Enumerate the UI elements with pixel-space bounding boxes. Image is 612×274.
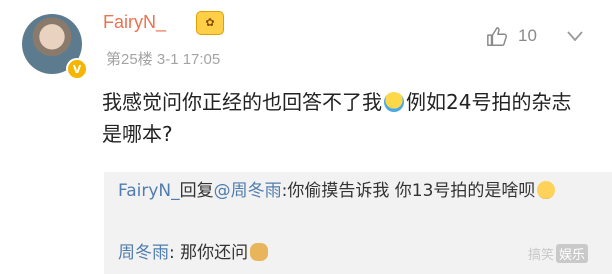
reply-item: FairyN_回复@周冬雨:你偷摸告诉我 你13号拍的是啥呗 bbox=[118, 178, 588, 204]
timestamp: 3-1 17:05 bbox=[156, 51, 221, 68]
floor-number: 第25楼 bbox=[106, 51, 153, 68]
verified-v-icon: V bbox=[66, 58, 88, 80]
reply-author-link[interactable]: 周冬雨 bbox=[118, 243, 169, 263]
comment-meta: 第25楼 3-1 17:05 bbox=[106, 48, 220, 69]
chevron-down-icon[interactable] bbox=[566, 30, 584, 42]
emoji-icon bbox=[384, 92, 404, 112]
reply-item: 周冬雨: 那你还问 bbox=[118, 240, 588, 266]
mention-link[interactable]: @周冬雨 bbox=[214, 181, 282, 201]
comment-text-part1: 我感觉问你正经的也回答不了我 bbox=[102, 90, 382, 114]
like-count: 10 bbox=[518, 26, 537, 45]
emoji-icon bbox=[537, 181, 556, 199]
watermark: 搞笑 娱乐 bbox=[528, 244, 589, 263]
thumbs-up-icon[interactable] bbox=[486, 26, 508, 48]
avatar[interactable]: V bbox=[22, 14, 88, 80]
author-name[interactable]: FairyN_ bbox=[103, 12, 166, 33]
reply-verb: 回复 bbox=[179, 181, 214, 201]
reply-text: : 那你还问 bbox=[169, 243, 249, 263]
dog-emoji-icon bbox=[250, 243, 269, 261]
comment-text: 我感觉问你正经的也回答不了我 例如24号拍的杂志是哪本? bbox=[102, 86, 572, 150]
watermark-badge: 娱乐 bbox=[556, 244, 589, 263]
fan-badge-icon: ✿ bbox=[196, 11, 224, 35]
reply-text: :你偷摸告诉我 你13号拍的是啥呗 bbox=[281, 181, 536, 201]
reply-author-link[interactable]: FairyN_ bbox=[118, 181, 180, 201]
watermark-text: 搞笑 bbox=[528, 247, 555, 262]
